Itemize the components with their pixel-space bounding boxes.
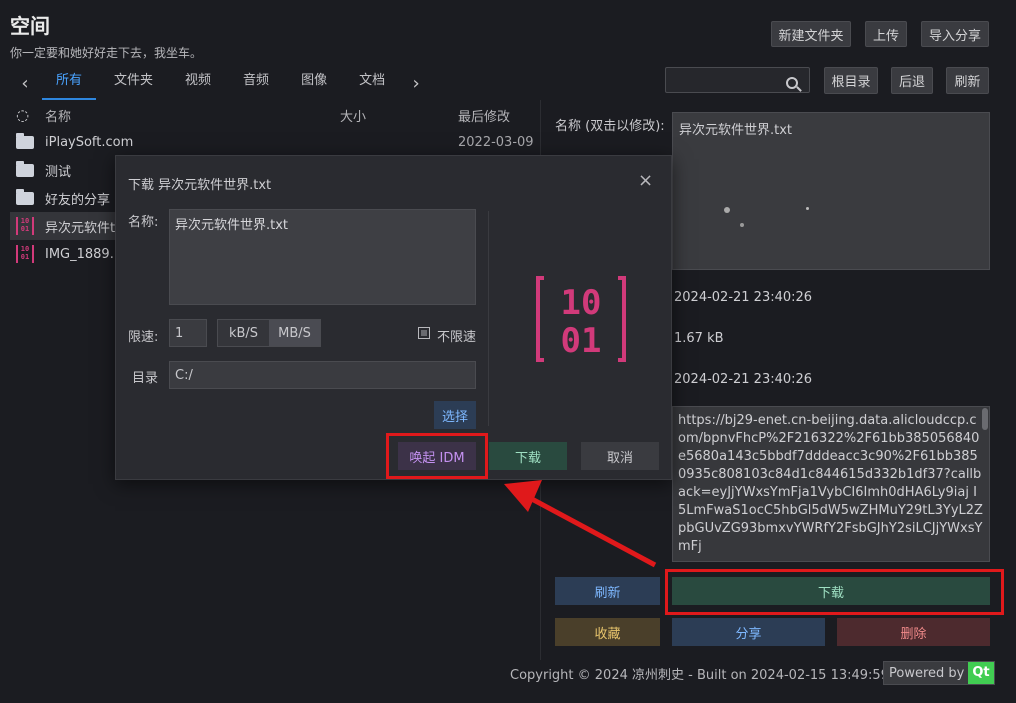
file-date: 2022-03-09 (458, 134, 534, 150)
speed-input[interactable]: 1 (169, 319, 207, 347)
details-url-field[interactable]: https://bj29-enet.cn-beijing.data.aliclo… (672, 406, 990, 562)
unlimited-label: 不限速 (437, 330, 477, 345)
speed-unit-toggle: kB/S MB/S (217, 319, 321, 347)
unit-mbs-option[interactable]: MB/S (269, 320, 320, 346)
binary-file-large-icon: 10 01 (536, 276, 626, 362)
tab-video[interactable]: 视频 (169, 66, 227, 100)
details-created: 2024-02-21 23:40:26 (674, 290, 813, 305)
directory-label: 目录 (132, 371, 159, 386)
loading-icon: ◌ (16, 106, 30, 124)
qt-logo-icon: Qt (968, 662, 994, 684)
page-subtitle: 你一定要和她好好走下去，我坐车。 (10, 46, 203, 60)
tabs-right-arrow-icon[interactable]: › (401, 73, 431, 94)
binary-top-text: 10 (561, 283, 602, 323)
annotation-arrow-icon (504, 480, 657, 568)
dialog-name-label: 名称: (128, 215, 159, 230)
binary-file-icon: 10 01 (16, 217, 34, 235)
tab-all[interactable]: 所有 (40, 66, 98, 100)
download-highlight-box (665, 569, 1004, 615)
dialog-title: 下载 异次元软件世界.txt (128, 178, 272, 193)
column-size[interactable]: 大小 (340, 106, 366, 125)
folder-icon (16, 188, 34, 205)
url-scrollbar[interactable] (982, 408, 988, 430)
details-modified: 2024-02-21 23:40:26 (674, 372, 813, 387)
folder-icon (16, 160, 34, 177)
search-icon[interactable] (786, 72, 804, 90)
close-icon[interactable]: × (638, 170, 653, 191)
file-name: 异次元软件t (45, 220, 116, 236)
powered-by-label: Powered by (889, 665, 965, 681)
star-dot (806, 207, 809, 210)
file-name: iPlaySoft.com (45, 134, 134, 150)
directory-input[interactable]: C:/ (169, 361, 476, 389)
column-name[interactable]: 名称 (45, 106, 71, 125)
refresh-button[interactable]: 刷新 (946, 67, 989, 94)
root-dir-button[interactable]: 根目录 (824, 67, 878, 94)
tab-audio[interactable]: 音频 (227, 66, 285, 100)
binary-bottom-text: 01 (561, 321, 602, 361)
powered-by-badge: Powered by Qt (883, 661, 995, 685)
tab-folders[interactable]: 文件夹 (98, 66, 169, 100)
dialog-separator (488, 211, 489, 426)
page-title: 空间 (10, 14, 50, 38)
folder-icon (16, 132, 34, 149)
column-modified[interactable]: 最后修改 (458, 106, 510, 125)
details-refresh-button[interactable]: 刷新 (555, 577, 660, 605)
tabs-left-arrow-icon[interactable]: ‹ (10, 73, 40, 94)
tab-documents[interactable]: 文档 (343, 66, 401, 100)
details-name-label: 名称 (双击以修改): (555, 119, 665, 134)
dialog-cancel-button[interactable]: 取消 (581, 442, 659, 470)
details-size: 1.67 kB (674, 331, 724, 346)
list-item[interactable]: iPlaySoft.com 2022-03-09 (10, 128, 535, 156)
file-name: 测试 (45, 164, 72, 180)
unit-kbs-option[interactable]: kB/S (218, 320, 269, 346)
copyright-text: Copyright © 2024 凉州刺史 - Built on 2024-02… (510, 668, 889, 683)
file-list-header: ◌ 名称 大小 最后修改 (0, 106, 540, 130)
unlimited-checkbox[interactable] (418, 327, 430, 339)
upload-button[interactable]: 上传 (865, 21, 907, 47)
back-button[interactable]: 后退 (891, 67, 933, 94)
file-name: 好友的分享 (45, 192, 111, 208)
binary-file-icon: 10 01 (16, 245, 34, 263)
idm-highlight-box (386, 433, 488, 479)
share-button[interactable]: 分享 (672, 618, 825, 646)
dialog-name-field[interactable]: 异次元软件世界.txt (169, 209, 476, 305)
delete-button[interactable]: 删除 (837, 618, 990, 646)
new-folder-button[interactable]: 新建文件夹 (771, 21, 851, 47)
favorite-button[interactable]: 收藏 (555, 618, 660, 646)
tab-images[interactable]: 图像 (285, 66, 343, 100)
file-name: IMG_1889.H (45, 246, 124, 262)
moon-illustration (692, 140, 782, 227)
import-share-button[interactable]: 导入分享 (921, 21, 989, 47)
choose-dir-button[interactable]: 选择 (434, 401, 476, 429)
dialog-download-button[interactable]: 下载 (489, 442, 567, 470)
download-dialog: 下载 异次元软件世界.txt × 名称: 异次元软件世界.txt 限速: 1 k… (115, 155, 672, 480)
speed-label: 限速: (128, 330, 159, 345)
category-tabs: ‹ 所有 文件夹 视频 音频 图像 文档 › (10, 66, 431, 100)
